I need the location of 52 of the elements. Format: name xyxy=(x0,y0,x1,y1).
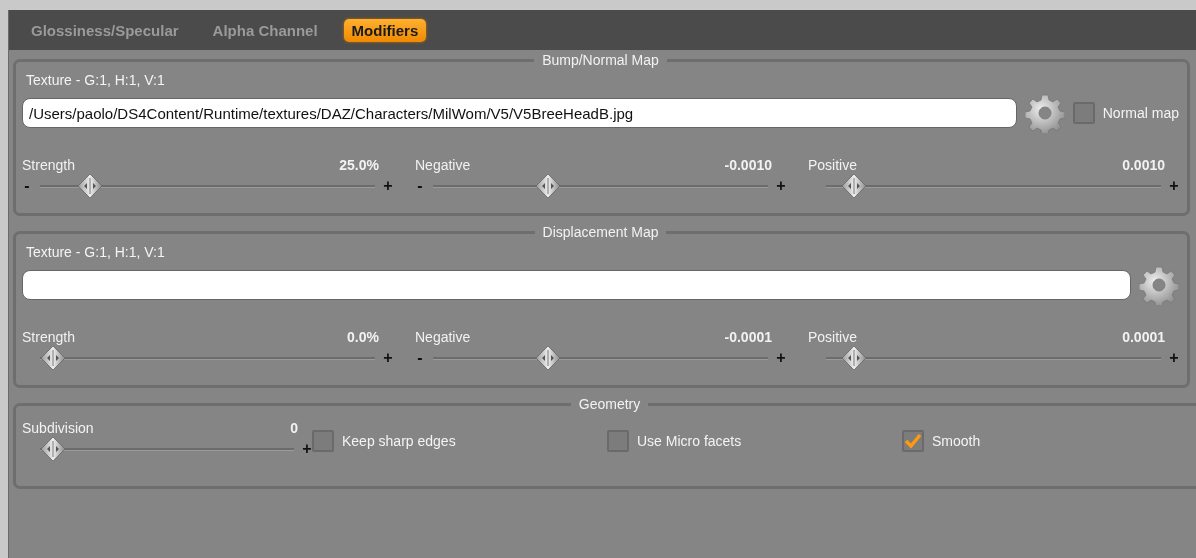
slider-thumb[interactable] xyxy=(40,345,66,371)
slider-value: -0.0010 xyxy=(724,157,772,173)
minus-sign[interactable]: - xyxy=(415,177,425,195)
slider-value: 25.0% xyxy=(339,157,379,173)
tab[interactable]: Alpha Channel xyxy=(204,18,326,42)
slider-thumb[interactable] xyxy=(534,345,561,371)
texture-path-field[interactable]: /Users/paolo/DS4Content/Runtime/textures/DAZ/Characters/MilWom/V5/V5BreeHeadB.jpg xyxy=(22,98,1017,128)
slider-label: Negative xyxy=(415,329,471,345)
plus-sign[interactable]: + xyxy=(383,349,393,367)
plus-sign[interactable]: + xyxy=(302,440,312,458)
slider-thumb[interactable] xyxy=(77,173,104,199)
slider-label: Positive xyxy=(808,157,858,173)
plus-sign[interactable]: + xyxy=(383,177,393,195)
slider-label: Subdivision xyxy=(22,420,94,436)
texture-label: Texture - G:1, H:1, V:1 xyxy=(26,244,166,260)
plus-sign[interactable]: + xyxy=(776,177,786,195)
section-title: Bump/Normal Map xyxy=(541,52,660,68)
checkbox-label: Smooth xyxy=(932,433,981,449)
gear-icon[interactable] xyxy=(1024,93,1065,133)
checkbox-label: Use Micro facets xyxy=(637,433,742,449)
tab[interactable]: Modifiers xyxy=(343,18,427,42)
slider-value: 0 xyxy=(290,420,298,436)
texture-label: Texture - G:1, H:1, V:1 xyxy=(26,72,166,88)
slider-thumb[interactable] xyxy=(534,173,561,199)
slider-value: 0.0% xyxy=(347,329,379,345)
section-title: Displacement Map xyxy=(541,224,660,240)
plus-sign[interactable]: + xyxy=(1169,177,1179,195)
minus-sign[interactable]: - xyxy=(22,177,32,195)
checkbox-label: Keep sharp edges xyxy=(342,433,456,449)
plus-sign[interactable]: + xyxy=(1169,349,1179,367)
slider-label: Strength xyxy=(22,329,75,345)
slider-value: 0.0001 xyxy=(1122,329,1165,345)
slider-thumb[interactable] xyxy=(841,345,868,371)
slider-label: Positive xyxy=(808,329,858,345)
slider-value: -0.0001 xyxy=(724,329,772,345)
slider-thumb[interactable] xyxy=(40,436,66,462)
tab[interactable]: Glossiness/Specular xyxy=(23,18,187,42)
slider-thumb[interactable] xyxy=(841,173,868,199)
checkbox[interactable] xyxy=(902,430,924,452)
checkbox[interactable] xyxy=(607,430,629,452)
slider-label: Negative xyxy=(415,157,471,173)
plus-sign[interactable]: + xyxy=(776,349,786,367)
slider-value: 0.0010 xyxy=(1122,157,1165,173)
texture-path-field[interactable] xyxy=(22,270,1131,300)
gear-icon[interactable] xyxy=(1139,265,1179,305)
check-icon xyxy=(904,433,922,449)
checkbox[interactable] xyxy=(1072,102,1095,124)
slider-label: Strength xyxy=(22,157,75,173)
minus-sign[interactable]: - xyxy=(415,349,425,367)
checkbox[interactable] xyxy=(312,430,334,452)
section-title: Geometry xyxy=(577,396,642,412)
checkbox-label: Normal map xyxy=(1102,105,1179,121)
